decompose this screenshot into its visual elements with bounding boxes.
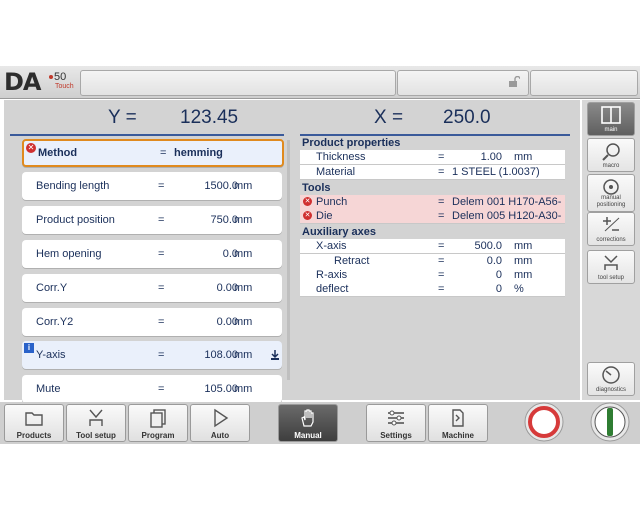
da50-touch-logo: DA 50 Touch: [4, 68, 76, 96]
param-product-position[interactable]: Product position = 750.0 mm: [22, 206, 282, 234]
param-corr-y[interactable]: Corr.Y = 0.00 mm: [22, 274, 282, 302]
aux-r-axis: R-axis = 0 mm: [300, 268, 565, 283]
gauge-icon: [603, 179, 619, 195]
tool-icon: [604, 255, 618, 270]
machine-icon: [452, 409, 464, 427]
tool-punch[interactable]: ✕ Punch = Delem 001 H170-A56-: [300, 195, 565, 210]
magnifier-icon: [602, 143, 620, 161]
sidebar-item-corrections[interactable]: corrections: [587, 212, 635, 246]
title-field: [80, 70, 396, 96]
pages-icon: [150, 409, 166, 428]
folder-icon: [25, 412, 43, 426]
play-icon: [214, 408, 229, 428]
nav-auto[interactable]: Auto: [190, 404, 250, 442]
param-scrollbar[interactable]: [287, 140, 290, 380]
param-hem-opening[interactable]: Hem opening = 0.0 mm: [22, 240, 282, 268]
tool-die[interactable]: ✕ Die = Delem 005 H120-A30-: [300, 209, 565, 224]
settings-list-icon: [388, 410, 404, 426]
x-axis-label: X =: [374, 107, 404, 128]
error-icon: ✕: [303, 211, 312, 220]
product-properties-title: Product properties: [302, 137, 401, 149]
nav-settings[interactable]: Settings: [366, 404, 426, 442]
tools-title: Tools: [302, 182, 331, 194]
tool-icon: [89, 409, 103, 426]
prop-material: Material = 1 STEEL (1.0037): [300, 165, 565, 180]
sidebar-item-main[interactable]: main: [587, 102, 635, 136]
axis-teach-icon[interactable]: [270, 349, 280, 361]
nav-machine[interactable]: Machine: [428, 404, 488, 442]
param-mute[interactable]: Mute = 105.00 mm: [22, 375, 282, 403]
param-method[interactable]: ✕ Method = hemming: [22, 139, 284, 167]
param-y-axis[interactable]: i Y-axis = 108.00 mm: [22, 341, 282, 369]
split-view-icon: [601, 106, 621, 124]
stop-button[interactable]: [520, 402, 568, 442]
logo-edition: Touch: [55, 83, 74, 90]
user-field[interactable]: [530, 70, 638, 96]
nav-program[interactable]: Program: [128, 404, 188, 442]
info-icon: i: [24, 343, 34, 353]
aux-retract: Retract = 0.0 mm: [300, 254, 565, 269]
prop-thickness: Thickness = 1.00 mm: [300, 150, 565, 165]
logo-model: 50: [54, 71, 67, 83]
param-corr-y2[interactable]: Corr.Y2 = 0.00 mm: [22, 308, 282, 336]
hand-icon: [301, 409, 314, 427]
error-icon: ✕: [303, 197, 312, 206]
plus-minus-icon: [603, 217, 620, 232]
sidebar-item-tool-setup[interactable]: tool setup: [587, 250, 635, 284]
sidebar-item-macro[interactable]: macro: [587, 138, 635, 172]
sidebar-item-diagnostics[interactable]: diagnostics: [587, 362, 635, 396]
start-button[interactable]: [586, 402, 634, 442]
nav-tool-setup[interactable]: Tool setup: [66, 404, 126, 442]
param-bending-length[interactable]: Bending length = 1500.0 mm: [22, 172, 282, 200]
y-axis-value: 123.45: [180, 107, 239, 128]
auxiliary-axes-title: Auxiliary axes: [302, 226, 376, 238]
aux-x-axis: X-axis = 500.0 mm: [300, 239, 565, 254]
y-axis-label: Y =: [108, 107, 137, 128]
unlock-icon[interactable]: [508, 76, 520, 88]
error-icon: ✕: [26, 143, 36, 153]
x-axis-value: 250.0: [443, 107, 491, 128]
dial-icon: [602, 366, 620, 384]
nav-manual[interactable]: Manual: [278, 404, 338, 442]
logo-brand: DA: [4, 68, 41, 96]
nav-products[interactable]: Products: [4, 404, 64, 442]
aux-deflect: deflect = 0 %: [300, 282, 565, 297]
sidebar-item-manual-positioning[interactable]: manual positioning: [587, 174, 635, 212]
